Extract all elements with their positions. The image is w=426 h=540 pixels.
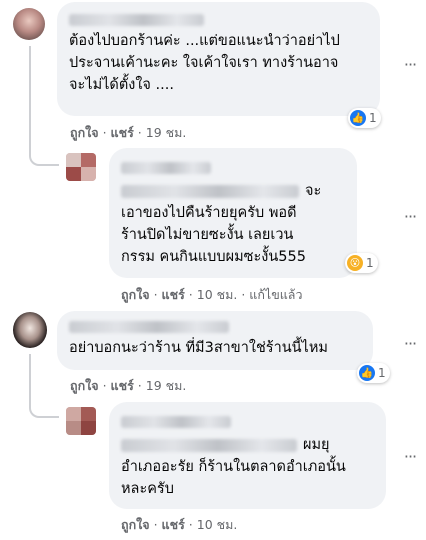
timestamp[interactable]: 19 ชม. [146,378,187,393]
reply-button[interactable]: แชร์ [162,517,185,532]
separator: · [153,517,158,532]
like-button[interactable]: ถูกใจ [121,517,150,532]
reaction-count: 1 [378,366,386,380]
comment-actions: ถูกใจ · แชร์ · 19 ชม. [70,376,186,396]
reaction-count: 1 [366,256,374,270]
comment-bubble: จะ เอาของไปคืนร้ายยุครับ พอดี ร้านปิดไม่… [109,148,357,278]
mention-tag[interactable] [121,438,297,452]
separator: · [241,287,246,302]
comment-text: อย่าบอกนะว่าร้าน ที่มี3สาขาใช่ร้านนี้ไหม [69,340,328,356]
separator: · [137,378,142,393]
comment-text-start: ผมยุ [303,437,330,453]
commenter-name[interactable] [69,14,204,26]
reaction-badge[interactable]: 👍 1 [357,363,390,383]
more-options-icon[interactable]: ··· [400,207,420,226]
comment-text: อำเภออะรัย ก็ร้านในตลาดอำเภอนั้น หละครับ [121,459,346,497]
thumbs-up-icon: 👍 [350,110,366,126]
like-button[interactable]: ถูกใจ [70,125,99,140]
like-button[interactable]: ถูกใจ [121,287,150,302]
more-options-icon[interactable]: ··· [400,55,420,74]
comment-bubble: ผมยุ อำเภออะรัย ก็ร้านในตลาดอำเภอนั้น หล… [109,402,386,509]
separator: · [153,287,158,302]
timestamp[interactable]: 19 ชม. [146,125,187,140]
timestamp[interactable]: 10 ชม. [197,517,238,532]
comment-actions: ถูกใจ · แชร์ · 10 ชม. [121,515,237,535]
like-button[interactable]: ถูกใจ [70,378,99,393]
commenter-name[interactable] [69,321,229,333]
comment-text: เอาของไปคืนร้ายยุครับ พอดี ร้านปิดไม่ขาย… [121,205,306,265]
reaction-badge[interactable]: 😮 1 [345,253,378,273]
separator: · [137,125,142,140]
comment-actions: ถูกใจ · แชร์ · 19 ชม. [70,123,186,143]
avatar[interactable] [66,153,96,181]
separator: · [102,125,107,140]
separator: · [188,517,193,532]
comment-text-start: จะ [305,183,322,199]
thread-line [29,46,59,166]
thumbs-up-icon: 👍 [359,365,375,381]
reply-button[interactable]: แชร์ [162,287,185,302]
comment-text: ต้องไปบอกร้านค่ะ ...แต่ขอแนะนำว่าอย่าไป … [69,33,340,93]
wow-icon: 😮 [347,255,363,271]
commenter-name[interactable] [121,416,231,428]
separator: · [102,378,107,393]
timestamp[interactable]: 10 ชม. [197,287,238,302]
comment-actions: ถูกใจ · แชร์ · 10 ชม. · แก้ไขแล้ว [121,285,302,305]
edited-label[interactable]: แก้ไขแล้ว [249,287,302,302]
reply-button[interactable]: แชร์ [111,125,134,140]
reply-button[interactable]: แชร์ [111,378,134,393]
avatar[interactable] [13,8,45,40]
more-options-icon[interactable]: ··· [400,447,420,466]
reaction-count: 1 [369,111,377,125]
commenter-name[interactable] [121,162,211,174]
avatar[interactable] [66,407,96,435]
reaction-badge[interactable]: 👍 1 [348,108,381,128]
comment-bubble: อย่าบอกนะว่าร้าน ที่มี3สาขาใช่ร้านนี้ไหม [57,311,373,370]
comment-bubble: ต้องไปบอกร้านค่ะ ...แต่ขอแนะนำว่าอย่าไป … [57,2,380,116]
avatar[interactable] [13,312,47,348]
separator: · [188,287,193,302]
mention-tag[interactable] [121,184,299,198]
more-options-icon[interactable]: ··· [400,334,420,353]
thread-line [29,354,59,418]
